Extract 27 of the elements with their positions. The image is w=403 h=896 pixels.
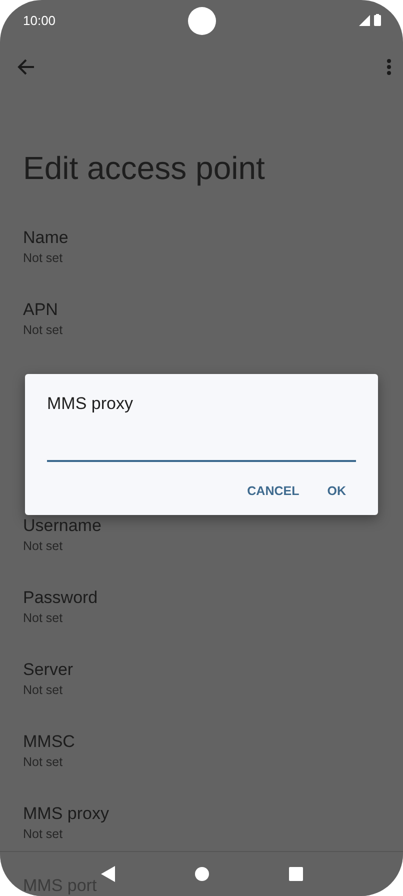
back-icon[interactable] — [100, 866, 114, 882]
setting-label[interactable]: Username — [23, 517, 102, 535]
setting-value: Not set — [23, 754, 63, 771]
setting-label[interactable]: MMS proxy — [23, 805, 109, 823]
camera-cutout — [188, 7, 216, 35]
signal-icon — [359, 14, 370, 26]
setting-value: Not set — [23, 322, 63, 339]
dialog-title: MMS proxy — [47, 394, 133, 414]
home-icon[interactable] — [194, 867, 208, 881]
back-arrow-icon[interactable] — [16, 57, 36, 77]
dialog-button[interactable]: OK — [317, 476, 356, 506]
setting-label[interactable]: MMSC — [23, 733, 75, 751]
more-options-icon[interactable] — [387, 59, 391, 75]
recents-icon[interactable] — [288, 867, 302, 881]
setting-label[interactable]: APN — [23, 301, 58, 319]
setting-label[interactable]: Name — [23, 229, 68, 247]
page-title: Edit access point — [23, 150, 266, 187]
setting-value: Not set — [23, 610, 63, 627]
status-time: 10:00 — [23, 12, 56, 28]
setting-value: Not set — [23, 682, 63, 699]
setting-label[interactable]: Password — [23, 589, 98, 607]
setting-label[interactable]: Server — [23, 661, 74, 679]
setting-value: Not set — [23, 250, 63, 267]
setting-value: Not set — [23, 538, 63, 555]
setting-value: Not set — [23, 826, 63, 843]
dialog-button[interactable]: CANCEL — [237, 476, 310, 506]
battery-icon — [374, 14, 381, 26]
